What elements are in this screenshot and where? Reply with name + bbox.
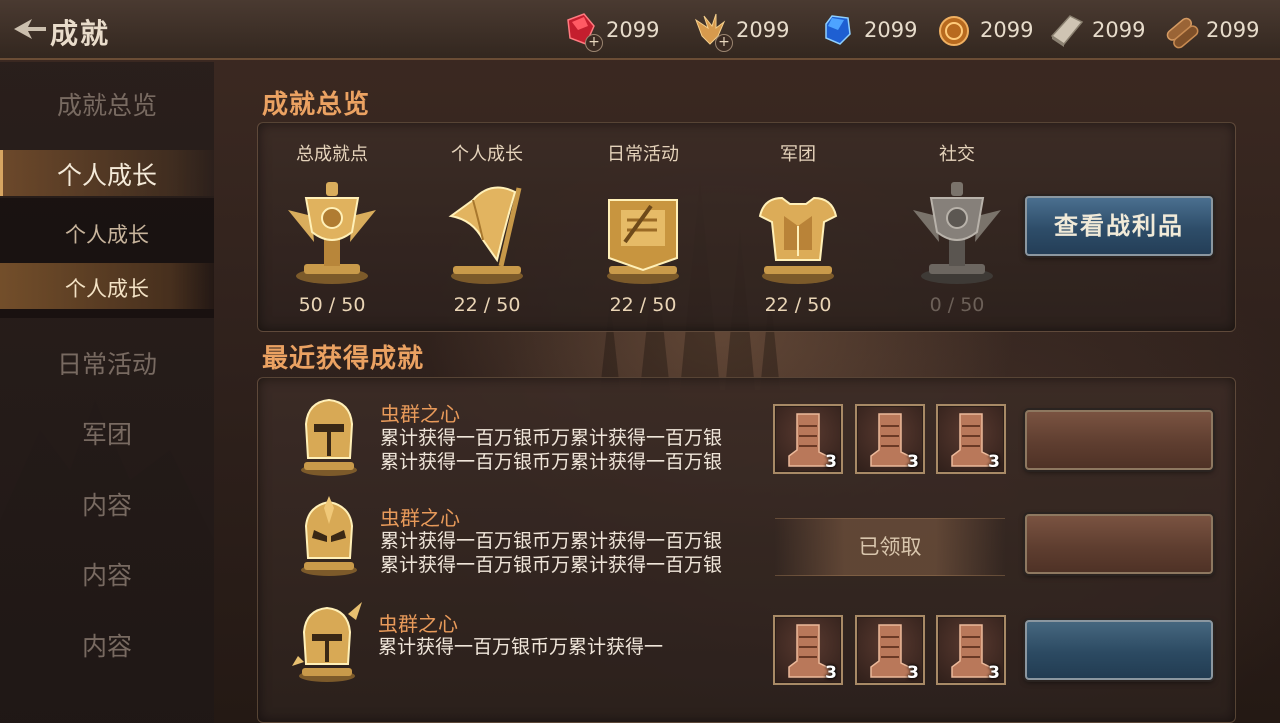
reward-slot[interactable]: 3 [936, 615, 1006, 685]
reward-quantity: 3 [825, 663, 837, 683]
achievement-name: 虫群之心 [380, 506, 460, 530]
crested-helmet-icon [294, 494, 364, 578]
category-label: 社交 [939, 144, 975, 165]
sidebar-item-content[interactable]: 内容 [0, 556, 214, 592]
category-count: 50 / 50 [298, 294, 366, 316]
flag-icon [439, 176, 535, 288]
reward-slot[interactable]: 3 [773, 615, 843, 685]
blue-crystal-icon [818, 10, 858, 50]
resource-value: 2099 [1206, 18, 1260, 42]
achievement-name: 虫群之心 [378, 612, 458, 636]
resource-value: 2099 [1092, 18, 1146, 42]
sidebar-item-overview[interactable]: 成就总览 [0, 86, 214, 122]
trophy-icon [284, 176, 380, 288]
helmet-icon [294, 394, 364, 478]
achievement-desc: 累计获得一百万银币万累计获得一 [378, 636, 664, 658]
category-label: 军团 [780, 144, 816, 165]
reward-quantity: 3 [988, 452, 1000, 472]
page-title: 成就 [50, 17, 111, 50]
resource-red-gem[interactable]: + 2099 [560, 10, 660, 52]
overview-category-legion[interactable]: 军团 22 / 50 [728, 140, 868, 316]
sidebar-subitem-personal-growth[interactable]: 个人成长 [0, 219, 214, 249]
winged-helmet-icon [290, 600, 362, 684]
red-gem-icon: + [560, 10, 603, 52]
achievement-desc: 累计获得一百万银币万累计获得一百万银 [380, 427, 723, 449]
stone-block-icon [1046, 10, 1086, 50]
overview-title: 成就总览 [262, 90, 371, 120]
plus-icon[interactable]: + [585, 34, 603, 52]
resource-stone-block[interactable]: 2099 [1046, 10, 1145, 50]
resource-gold-coin[interactable]: 2099 [934, 10, 1033, 50]
resource-value: 2099 [736, 18, 790, 42]
reward-quantity: 3 [825, 452, 837, 472]
sidebar: 成就总览 个人成长 个人成长 个人成长 日常活动 军团 内容 内容 内容 [0, 62, 214, 723]
overview-category-social[interactable]: 社交 0 / 50 [887, 140, 1027, 316]
sidebar-subitem-personal-growth-active[interactable]: 个人成长 [0, 273, 214, 303]
resource-value: 2099 [606, 18, 660, 42]
claim-button[interactable] [1025, 514, 1213, 574]
scroll-banner-icon [595, 176, 691, 288]
resource-value: 2099 [980, 18, 1034, 42]
sidebar-item-legion[interactable]: 军团 [0, 415, 214, 451]
category-label: 日常活动 [607, 144, 679, 165]
top-bar: 成就 + 2099 + 2099 2099 2099 2099 2099 [0, 0, 1280, 60]
wood-log-icon [1160, 10, 1200, 50]
armor-icon [750, 176, 846, 288]
category-count: 22 / 50 [609, 294, 677, 316]
claim-button[interactable] [1025, 410, 1213, 470]
reward-slot[interactable]: 3 [936, 404, 1006, 474]
category-count: 22 / 50 [453, 294, 521, 316]
reward-quantity: 3 [988, 663, 1000, 683]
sidebar-item-content[interactable]: 内容 [0, 627, 214, 663]
category-count: 22 / 50 [764, 294, 832, 316]
sidebar-item-content[interactable]: 内容 [0, 486, 214, 522]
resource-eagle-crest[interactable]: + 2099 [690, 10, 790, 52]
plus-icon[interactable]: + [715, 34, 733, 52]
eagle-crest-icon: + [690, 10, 733, 52]
category-count: 0 / 50 [929, 294, 985, 316]
reward-quantity: 3 [907, 663, 919, 683]
category-label: 个人成长 [451, 144, 523, 165]
reward-slot[interactable]: 3 [855, 404, 925, 474]
achievement-name: 虫群之心 [380, 402, 460, 426]
sidebar-item-personal-growth[interactable]: 个人成长 [0, 156, 214, 192]
gold-coin-icon [934, 10, 974, 50]
recent-title: 最近获得成就 [262, 344, 425, 374]
overview-category-growth[interactable]: 个人成长 22 / 50 [417, 140, 557, 316]
reward-slot[interactable]: 3 [773, 404, 843, 474]
achievement-desc: 累计获得一百万银币万累计获得一百万银 [380, 530, 723, 552]
achievement-desc: 累计获得一百万银币万累计获得一百万银 [380, 451, 723, 473]
category-label: 总成就点 [296, 144, 368, 165]
grey-trophy-icon [909, 176, 1005, 288]
view-loot-button[interactable]: 查看战利品 [1025, 196, 1213, 256]
reward-slot[interactable]: 3 [855, 615, 925, 685]
resource-blue-crystal[interactable]: 2099 [818, 10, 917, 50]
claimed-status: 已领取 [775, 518, 1005, 576]
reward-quantity: 3 [907, 452, 919, 472]
resource-value: 2099 [864, 18, 918, 42]
achievement-desc: 累计获得一百万银币万累计获得一百万银 [380, 554, 723, 576]
back-button[interactable] [12, 14, 48, 44]
back-arrow-icon [14, 19, 46, 39]
overview-category-daily[interactable]: 日常活动 22 / 50 [573, 140, 713, 316]
resource-wood-log[interactable]: 2099 [1160, 10, 1259, 50]
sidebar-item-daily[interactable]: 日常活动 [0, 345, 214, 381]
claim-button[interactable] [1025, 620, 1213, 680]
overview-category-total[interactable]: 总成就点 50 / 50 [262, 140, 402, 316]
